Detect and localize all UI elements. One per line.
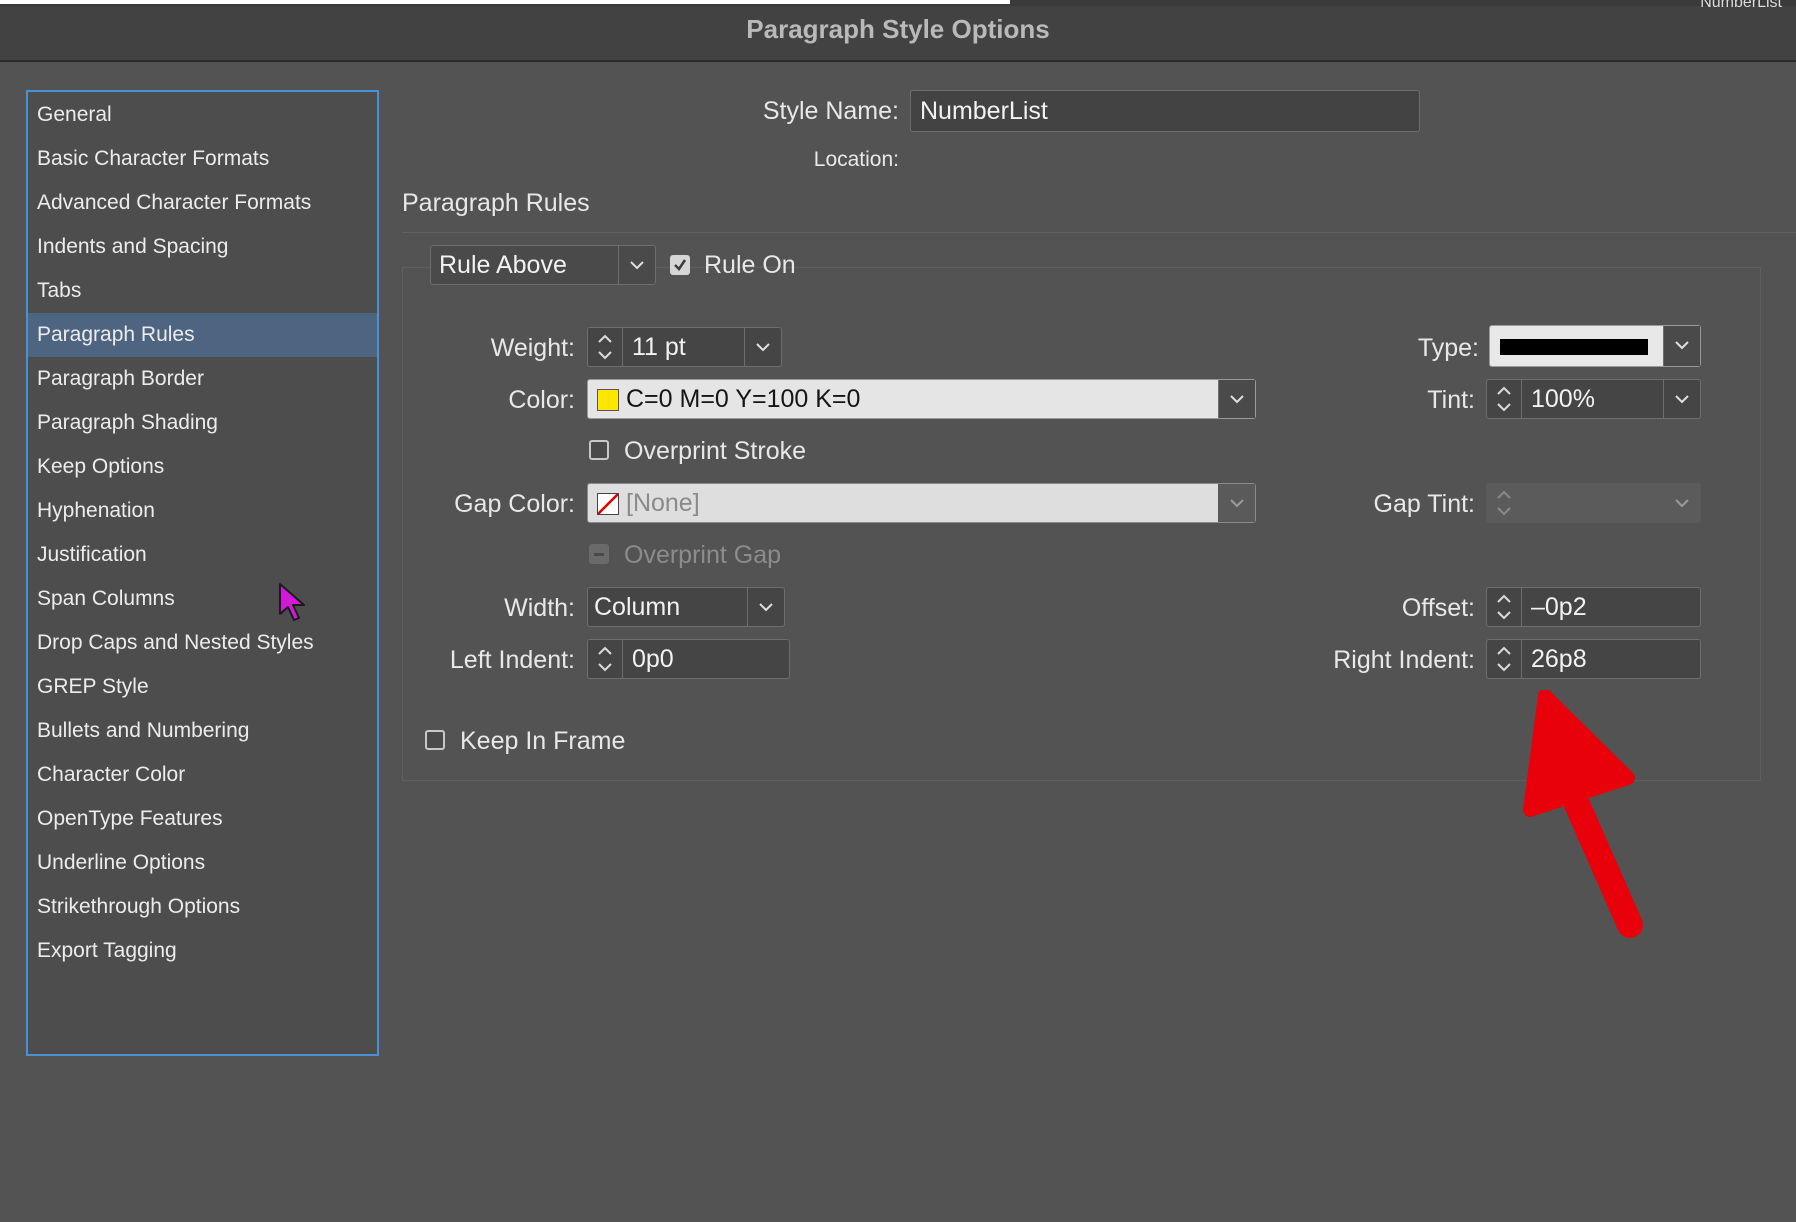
offset-label: Offset: [1401, 594, 1475, 622]
sidebar-item-export-tagging[interactable]: Export Tagging [28, 929, 377, 973]
rule-on-checkbox[interactable] [670, 255, 690, 275]
sidebar-item-indents-and-spacing[interactable]: Indents and Spacing [28, 225, 377, 269]
sidebar-item-span-columns[interactable]: Span Columns [28, 577, 377, 621]
mouse-cursor-icon [279, 583, 305, 621]
rule-on-label: Rule On [704, 251, 796, 279]
width-label: Width: [504, 594, 575, 622]
style-name-input[interactable]: NumberList [910, 90, 1420, 132]
gap-tint-stepper [1487, 484, 1521, 522]
chevron-down-icon [1664, 484, 1700, 522]
background-window-text: NumberList [1700, 0, 1782, 11]
tint-input[interactable]: 100% [1486, 379, 1701, 419]
location-label: Location: [813, 148, 899, 171]
keep-in-frame-checkbox[interactable] [425, 730, 445, 750]
tint-label: Tint: [1427, 386, 1475, 414]
sidebar-item-keep-options[interactable]: Keep Options [28, 445, 377, 489]
color-swatch [597, 389, 619, 411]
right-indent-stepper[interactable] [1487, 640, 1522, 678]
sidebar-item-drop-caps-and-nested-styles[interactable]: Drop Caps and Nested Styles [28, 621, 377, 665]
overprint-gap-label: Overprint Gap [624, 541, 782, 569]
chevron-down-icon[interactable] [1218, 484, 1255, 522]
left-indent-input[interactable]: 0p0 [587, 639, 790, 679]
overprint-stroke-checkbox[interactable] [589, 440, 609, 460]
sidebar-item-paragraph-shading[interactable]: Paragraph Shading [28, 401, 377, 445]
section-divider [402, 232, 1796, 233]
category-list[interactable]: General Basic Character Formats Advanced… [26, 90, 379, 1056]
section-title: Paragraph Rules [402, 189, 590, 217]
weight-label: Weight: [490, 334, 575, 362]
chevron-down-icon[interactable] [744, 328, 781, 366]
width-select[interactable]: Column [587, 587, 785, 627]
weight-stepper[interactable] [588, 328, 623, 366]
gap-tint-input [1486, 483, 1701, 523]
color-select[interactable]: C=0 M=0 Y=100 K=0 [587, 379, 1256, 419]
title-bar: NumberList Paragraph Style Options [0, 0, 1796, 62]
chevron-down-icon[interactable] [747, 588, 784, 626]
chevron-down-icon[interactable] [1663, 380, 1700, 418]
rule-select[interactable]: Rule Above [430, 245, 656, 285]
weight-input[interactable]: 11 pt [587, 327, 782, 367]
gap-color-label: Gap Color: [454, 490, 575, 518]
overprint-stroke-label: Overprint Stroke [624, 437, 807, 465]
sidebar-item-underline-options[interactable]: Underline Options [28, 841, 377, 885]
sidebar-item-strikethrough-options[interactable]: Strikethrough Options [28, 885, 377, 929]
line-type-swatch [1500, 339, 1648, 355]
tint-stepper[interactable] [1487, 380, 1522, 418]
type-select[interactable] [1489, 325, 1701, 367]
none-swatch-icon [597, 493, 619, 515]
sidebar-item-grep-style[interactable]: GREP Style [28, 665, 377, 709]
sidebar-item-character-color[interactable]: Character Color [28, 753, 377, 797]
sidebar-item-tabs[interactable]: Tabs [28, 269, 377, 313]
sidebar-item-paragraph-border[interactable]: Paragraph Border [28, 357, 377, 401]
right-indent-label: Right Indent: [1333, 646, 1475, 674]
style-name-label: Style Name: [762, 97, 899, 125]
chevron-down-icon[interactable] [618, 246, 655, 284]
sidebar-item-justification[interactable]: Justification [28, 533, 377, 577]
type-label: Type: [1417, 334, 1479, 362]
offset-input[interactable]: –0p2 [1486, 587, 1701, 627]
dialog-title: Paragraph Style Options [746, 14, 1050, 44]
offset-stepper[interactable] [1487, 588, 1522, 626]
color-label: Color: [508, 386, 575, 414]
chevron-down-icon[interactable] [1663, 326, 1700, 366]
sidebar-item-advanced-character-formats[interactable]: Advanced Character Formats [28, 181, 377, 225]
left-indent-stepper[interactable] [588, 640, 623, 678]
right-indent-input[interactable]: 26p8 [1486, 639, 1701, 679]
sidebar-item-bullets-and-numbering[interactable]: Bullets and Numbering [28, 709, 377, 753]
left-indent-label: Left Indent: [449, 646, 575, 674]
sidebar-item-opentype-features[interactable]: OpenType Features [28, 797, 377, 841]
background-window-strip: NumberList [0, 0, 1796, 11]
overprint-gap-checkbox [589, 544, 609, 564]
gap-tint-label: Gap Tint: [1373, 490, 1475, 518]
gap-color-select[interactable]: [None] [587, 483, 1256, 523]
annotation-arrow-icon [1523, 690, 1643, 938]
sidebar-item-general[interactable]: General [28, 93, 377, 137]
keep-in-frame-label: Keep In Frame [460, 727, 626, 755]
chevron-down-icon[interactable] [1218, 380, 1255, 418]
sidebar-item-hyphenation[interactable]: Hyphenation [28, 489, 377, 533]
sidebar-item-paragraph-rules[interactable]: Paragraph Rules [28, 313, 377, 357]
sidebar-item-basic-character-formats[interactable]: Basic Character Formats [28, 137, 377, 181]
